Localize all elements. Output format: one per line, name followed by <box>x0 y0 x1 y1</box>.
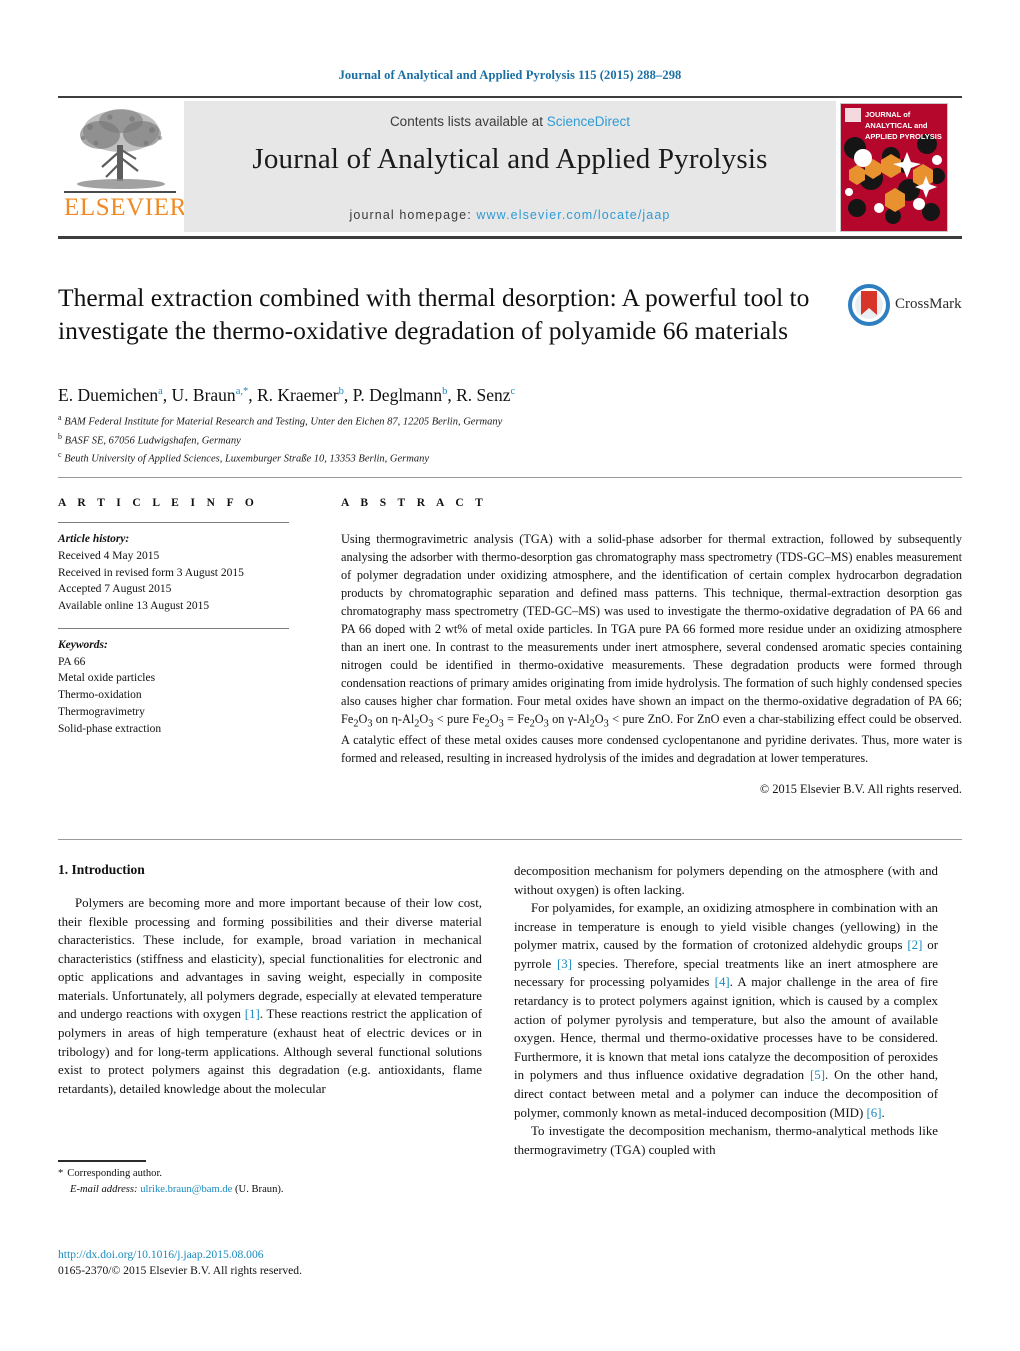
article-info-rule-2 <box>58 627 289 629</box>
author-list: E. Duemichena, U. Brauna,*, R. Kraemerb,… <box>58 385 516 405</box>
crossmark-label: CrossMark <box>895 296 962 312</box>
history-item-accepted: Accepted 7 August 2015 <box>58 583 172 596</box>
journal-masthead: ELSEVIER Contents lists available at Sci… <box>58 101 962 232</box>
abstract-body: Using thermogravimetric analysis (TGA) w… <box>341 531 962 768</box>
svg-text:ANALYTICAL and: ANALYTICAL and <box>865 121 928 130</box>
affiliation-text-c: Beuth University of Applied Sciences, Lu… <box>64 453 429 465</box>
citation-link[interactable]: [1] <box>245 1007 260 1021</box>
masthead-panel: Contents lists available at ScienceDirec… <box>184 101 836 232</box>
column-left: 1. Introduction Polymers are becoming mo… <box>58 862 482 1098</box>
section-heading-introduction: 1. Introduction <box>58 862 145 877</box>
intro-paragraph-right-1: decomposition mechanism for polymers dep… <box>514 864 938 897</box>
affiliation-marker-b: b <box>58 431 62 441</box>
homepage-prefix: journal homepage: <box>349 208 477 222</box>
crossmark-icon <box>848 284 890 331</box>
title-block: Thermal extraction combined with thermal… <box>58 282 838 347</box>
corresponding-author-marker: * <box>58 1168 64 1179</box>
intro-paragraph-left: Polymers are becoming more and more impo… <box>58 896 482 1096</box>
affiliation-list: a BAM Federal Institute for Material Res… <box>58 412 858 468</box>
citation-link[interactable]: [5] <box>810 1068 825 1082</box>
running-head: Journal of Analytical and Applied Pyroly… <box>338 68 682 82</box>
email-suffix: (U. Braun). <box>235 1183 284 1195</box>
keyword-item: Metal oxide particles <box>58 672 156 685</box>
keywords-label: Keywords: <box>58 638 108 651</box>
citation-link[interactable]: [2] <box>907 938 922 952</box>
contents-prefix: Contents lists available at <box>389 114 547 129</box>
intro-paragraph-right-3: To investigate the decomposition mechani… <box>514 1124 938 1157</box>
keyword-item: Solid-phase extraction <box>58 722 162 735</box>
affiliation-marker-a: a <box>58 413 62 422</box>
keyword-item: Thermo-oxidation <box>58 689 142 702</box>
svg-text:JOURNAL of: JOURNAL of <box>865 110 911 119</box>
elsevier-logo: ELSEVIER <box>58 101 187 232</box>
article-history-label: Article history: <box>58 533 130 545</box>
history-item-online: Available online 13 August 2015 <box>58 600 210 613</box>
citation-link[interactable]: [3] <box>557 957 572 971</box>
homepage-url-link[interactable]: www.elsevier.com/locate/jaap <box>476 208 670 222</box>
svg-text:APPLIED PYROLYSIS: APPLIED PYROLYSIS <box>865 132 942 141</box>
keyword-item: Thermogravimetry <box>58 706 145 719</box>
affiliation-marker-c: c <box>58 450 62 459</box>
journal-homepage-line: journal homepage: www.elsevier.com/locat… <box>184 208 836 222</box>
issn-copyright-line: 0165-2370/© 2015 Elsevier B.V. All right… <box>58 1264 302 1278</box>
keyword-item: PA 66 <box>58 655 86 668</box>
corresponding-author-line: * Corresponding author. <box>58 1166 482 1182</box>
email-line: E-mail address: ulrike.braun@bam.de (U. … <box>58 1182 482 1198</box>
history-item-received: Received 4 May 2015 <box>58 549 160 562</box>
divider-above-abstract <box>58 477 962 478</box>
header-divider-bottom <box>58 236 962 239</box>
footnote-block: * Corresponding author. E-mail address: u… <box>58 1166 482 1198</box>
contents-lists-line: Contents lists available at ScienceDirec… <box>184 114 836 129</box>
affiliation-text-b: BASF SE, 67056 Ludwigshafen, Germany <box>64 435 241 446</box>
abstract-heading: A B S T R A C T <box>341 497 488 509</box>
elsevier-wordmark: ELSEVIER <box>64 194 187 221</box>
sciencedirect-link[interactable]: ScienceDirect <box>547 114 630 129</box>
elsevier-logo-rule <box>64 191 176 193</box>
journal-title: Journal of Analytical and Applied Pyroly… <box>252 143 768 175</box>
article-info-heading: A R T I C L E I N F O <box>58 497 259 509</box>
history-item-revised: Received in revised form 3 August 2015 <box>58 566 244 579</box>
article-info-rule-1 <box>58 522 289 523</box>
footnote-divider <box>58 1160 146 1162</box>
paper-page: Journal of Analytical and Applied Pyroly… <box>0 0 1020 1351</box>
citation-link[interactable]: [4] <box>715 975 730 989</box>
crossmark-badge[interactable]: CrossMark <box>848 284 962 331</box>
journal-cover-thumbnail: JOURNAL of ANALYTICAL and APPLIED PYROLY… <box>840 103 948 232</box>
doi-link[interactable]: http://dx.doi.org/10.1016/j.jaap.2015.08… <box>58 1247 618 1263</box>
corresponding-author-label: Corresponding author. <box>67 1168 163 1179</box>
abstract-section: A B S T R A C T Using thermogravimetric … <box>341 497 962 797</box>
elsevier-tree-icon <box>66 105 176 191</box>
divider-below-abstract <box>58 839 962 840</box>
article-info-section: A R T I C L E I N F O Article history: R… <box>58 497 316 738</box>
intro-paragraph-right-2: For polyamides, for example, an oxidizin… <box>514 901 939 1120</box>
email-link[interactable]: ulrike.braun@bam.de <box>140 1184 232 1195</box>
body-columns: 1. Introduction Polymers are becoming mo… <box>58 862 962 1262</box>
email-label: E-mail address: <box>70 1183 138 1195</box>
affiliation-a: a BAM Federal Institute for Material Res… <box>58 412 858 431</box>
affiliation-c: c Beuth University of Applied Sciences, … <box>58 449 858 468</box>
abstract-text: Using thermogravimetric analysis (TGA) w… <box>341 532 963 765</box>
page-title: Thermal extraction combined with thermal… <box>58 283 810 345</box>
affiliation-text-a: BAM Federal Institute for Material Resea… <box>64 416 503 428</box>
affiliation-b: b BASF SE, 67056 Ludwigshafen, Germany <box>58 431 858 450</box>
copyright-line: © 2015 Elsevier B.V. All rights reserved… <box>759 781 962 796</box>
column-right: decomposition mechanism for polymers dep… <box>514 862 938 1159</box>
citation-link[interactable]: [6] <box>866 1106 881 1120</box>
header-divider-top <box>58 96 962 98</box>
doi-block: http://dx.doi.org/10.1016/j.jaap.2015.08… <box>58 1247 618 1280</box>
